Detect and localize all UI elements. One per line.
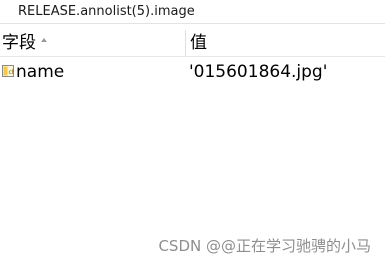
field-name-cell[interactable]: name — [16, 62, 64, 82]
title-bar: RELEASE.annolist(5).image — [0, 0, 385, 24]
watermark: CSDN @@正在学习驰骋的小马 — [158, 237, 371, 255]
column-header-field[interactable]: 字段 — [0, 30, 186, 56]
table-row[interactable]: ch name '015601864.jpg' — [0, 60, 385, 86]
column-header-value[interactable]: 值 — [186, 30, 385, 56]
svg-text:ch: ch — [9, 69, 15, 76]
table-header: 字段 值 — [0, 30, 385, 57]
column-header-field-label: 字段 — [2, 33, 36, 53]
window-title: RELEASE.annolist(5).image — [18, 4, 195, 19]
sort-ascending-icon[interactable] — [41, 38, 47, 42]
field-value-cell[interactable]: '015601864.jpg' — [189, 62, 327, 82]
char-array-icon: ch — [2, 65, 14, 77]
variable-editor-window: RELEASE.annolist(5).image 字段 值 ch name '… — [0, 0, 385, 268]
column-header-value-label: 值 — [190, 33, 207, 53]
